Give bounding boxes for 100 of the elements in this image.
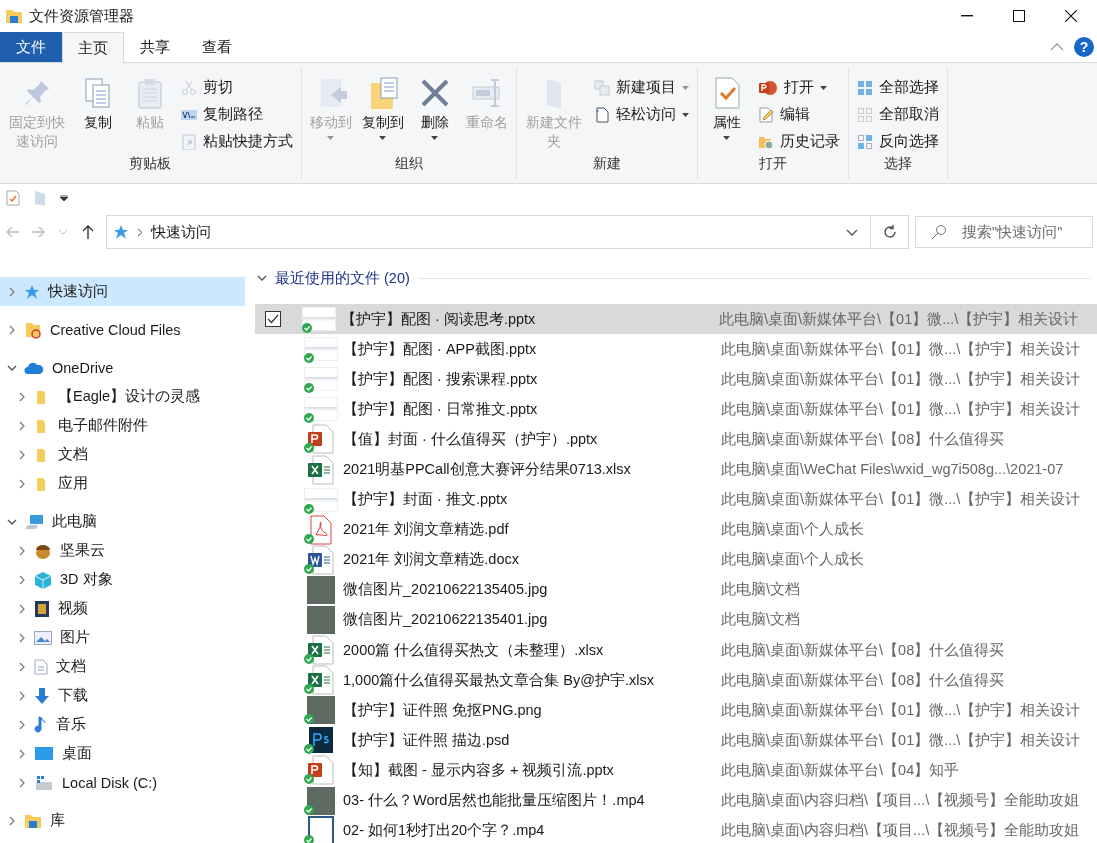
new-item-icon: [593, 79, 610, 96]
file-row[interactable]: 2021年 刘润文章精选.docx 此电脑\桌面\个人成长: [255, 544, 1097, 575]
file-row[interactable]: 2021明基PPCall创意大赛评分结果0713.xlsx 此电脑\桌面\WeChat Files\wxid_wg7i508g...\2021-07: [255, 454, 1097, 485]
file-row[interactable]: 【值】封面 · 什么值得买（护宇）.pptx 此电脑\桌面\新媒体平台\【08】什么值得买: [255, 424, 1097, 455]
chevron-down-icon[interactable]: [6, 517, 18, 526]
group-label: 选择: [882, 155, 913, 173]
collapse-ribbon-icon[interactable]: [1050, 43, 1064, 51]
search-icon: [931, 224, 947, 240]
minimize-icon: [961, 15, 973, 17]
file-row[interactable]: 微信图片_20210622135401.jpg 此电脑\文档: [255, 604, 1097, 636]
file-row[interactable]: 【护宇】配图 · 搜索课程.pptx 此电脑\桌面\新媒体平台\【01】微...\【护宇】相关设计: [255, 364, 1097, 395]
powerpoint-icon: [757, 79, 778, 96]
ribbon-tab[interactable]: 查看: [186, 32, 248, 62]
file-path: 此电脑\文档: [721, 580, 801, 600]
ribbon-button[interactable]: 打开: [753, 75, 844, 100]
file-path: 此电脑\桌面\新媒体平台\【01】微...\【护宇】相关设计: [721, 339, 1081, 359]
file-row[interactable]: 2000篇 什么值得买热文（未整理）.xlsx 此电脑\桌面\新媒体平台\【08】什么值得买: [255, 635, 1097, 666]
help-button[interactable]: ?: [1074, 37, 1094, 57]
file-row[interactable]: 【护宇】配图 · APP截图.pptx 此电脑\桌面\新媒体平台\【01】微...\【护宇】相关设计: [255, 334, 1097, 365]
file-path: 此电脑\桌面\个人成长: [721, 550, 865, 570]
tree-item[interactable]: Local Disk (C:): [0, 768, 245, 797]
tree-item[interactable]: 图片: [0, 623, 245, 652]
ribbon-button[interactable]: 编辑: [753, 102, 844, 127]
file-row[interactable]: 微信图片_20210622135405.jpg 此电脑\文档: [255, 574, 1097, 605]
ribbon-tab[interactable]: 共享: [124, 32, 186, 62]
file-path: 此电脑\桌面\新媒体平台\【01】微...\【护宇】相关设计: [721, 700, 1081, 720]
chevron-down-icon[interactable]: [257, 274, 267, 282]
tree-item[interactable]: 应用: [0, 469, 245, 498]
document-icon: [593, 106, 610, 123]
ribbon-button[interactable]: 复制: [72, 71, 123, 155]
ribbon-button[interactable]: 全部选择: [852, 75, 943, 100]
tree-item[interactable]: 音乐: [0, 710, 245, 739]
tree-item[interactable]: 【Eagle】设计の灵感: [0, 382, 245, 411]
folder-icon: [34, 190, 46, 206]
cube-icon: [34, 570, 52, 589]
chevron-down-icon[interactable]: [6, 363, 18, 372]
file-path: 此电脑\桌面\新媒体平台\【01】微...\【护宇】相关设计: [721, 490, 1081, 510]
up-arrow-icon: [81, 225, 94, 239]
tree-item[interactable]: Creative Cloud Files: [0, 315, 245, 344]
tree-item[interactable]: 文档: [0, 652, 245, 681]
file-path: 此电脑\桌面\新媒体平台\【01】微...\【护宇】相关设计: [721, 399, 1081, 419]
ribbon-tab[interactable]: 文件: [0, 32, 62, 62]
caret-icon: [58, 229, 67, 235]
checkbox[interactable]: [265, 311, 281, 328]
ribbon-button[interactable]: 轻松访问: [589, 102, 693, 127]
file-name: 【护宇】封面 · 推文.pptx: [343, 490, 509, 510]
file-row[interactable]: 03- 什么？Word居然也能批量压缩图片！.mp4 此电脑\桌面\内容归档\【项目...\【视频号】全能助攻姐: [255, 785, 1097, 816]
file-row[interactable]: 02- 如何1秒打出20个字？.mp4 此电脑\桌面\内容归档\【项目...\【视频号】全能助攻姐: [255, 815, 1097, 843]
tree-item[interactable]: OneDrive: [0, 353, 245, 382]
powerpoint-file-icon: [308, 424, 334, 455]
tree-item[interactable]: 文档: [0, 440, 245, 469]
ribbon-button[interactable]: 复制到: [357, 71, 408, 155]
file-row[interactable]: 2021年 刘润文章精选.pdf 此电脑\桌面\个人成长: [255, 514, 1097, 545]
ribbon-button[interactable]: 全部取消: [852, 102, 943, 127]
file-name: 2021明基PPCall创意大赛评分结果0713.xlsx: [343, 460, 632, 479]
film-icon: [34, 599, 50, 618]
search-field[interactable]: 搜索"快速访问": [915, 216, 1093, 248]
address-bar[interactable]: 快速访问: [106, 215, 909, 249]
tree-item[interactable]: 此电脑: [0, 507, 245, 536]
file-row[interactable]: 【护宇】封面 · 推文.pptx 此电脑\桌面\新媒体平台\【01】微...\【护宇】相关设计: [255, 484, 1097, 515]
scissors-icon: [180, 79, 197, 96]
excel-file-icon: [308, 454, 334, 485]
slide-thumbnail: [302, 307, 336, 332]
pencil-icon: [757, 106, 774, 123]
file-row[interactable]: 【护宇】证件照 描边.psd 此电脑\桌面\新媒体平台\【01】微...\【护宇】相关设计: [255, 725, 1097, 756]
file-row[interactable]: 【护宇】配图 · 阅读思考.pptx 此电脑\桌面\新媒体平台\【01】微...\【护宇】相关设计: [255, 304, 1097, 335]
tree-item[interactable]: 快速访问: [0, 277, 245, 306]
tree-item[interactable]: 库: [0, 806, 245, 835]
tree-item[interactable]: 电子邮件附件: [0, 411, 245, 440]
address-path[interactable]: 快速访问: [151, 222, 211, 242]
picture-icon: [34, 630, 52, 645]
file-row[interactable]: 1,000篇什么值得买最热文章合集 By@护宇.xlsx 此电脑\桌面\新媒体平台\【08】什么值得买: [255, 665, 1097, 696]
photo-placeholder: [307, 606, 335, 634]
ribbon-button[interactable]: 历史记录: [753, 129, 844, 154]
file-name: 【护宇】配图 · 阅读思考.pptx: [341, 309, 537, 329]
ribbon-button[interactable]: 属性: [701, 71, 752, 155]
tree-item[interactable]: 桌面: [0, 739, 245, 768]
invert-selection-icon: [856, 133, 873, 150]
file-row[interactable]: 【护宇】配图 · 日常推文.pptx 此电脑\桌面\新媒体平台\【01】微...\【护宇】相关设计: [255, 394, 1097, 425]
ribbon-button[interactable]: 反向选择: [852, 129, 943, 154]
group-header[interactable]: 最近使用的文件 (20): [275, 268, 410, 288]
file-name: 【护宇】配图 · 日常推文.pptx: [343, 399, 539, 419]
slide-thumbnail: [304, 337, 338, 362]
ribbon-tab[interactable]: 主页: [62, 32, 124, 63]
group-label: 打开: [757, 155, 788, 173]
ribbon-button[interactable]: 删除: [409, 71, 460, 155]
slide-thumbnail: [304, 397, 338, 422]
file-name: 微信图片_20210622135401.jpg: [343, 610, 549, 630]
file-row[interactable]: 【知】截图 - 显示内容多 + 视频引流.pptx 此电脑\桌面\新媒体平台\【04】知乎: [255, 755, 1097, 786]
music-note-icon: [34, 715, 48, 734]
close-icon: [1065, 10, 1077, 22]
tree-item[interactable]: 坚果云: [0, 536, 245, 565]
tree-item[interactable]: 下载: [0, 681, 245, 710]
tree-item[interactable]: 视频: [0, 594, 245, 623]
ribbon-button[interactable]: 复制路径: [176, 102, 297, 127]
chevron-down-icon: [846, 228, 858, 236]
file-row[interactable]: 【护宇】证件照 免抠PNG.png 此电脑\桌面\新媒体平台\【01】微...\【护宇】相关设计: [255, 695, 1097, 726]
tree-item[interactable]: 3D 对象: [0, 565, 245, 594]
drive-icon: [34, 773, 54, 792]
file-path: 此电脑\文档: [721, 610, 801, 630]
